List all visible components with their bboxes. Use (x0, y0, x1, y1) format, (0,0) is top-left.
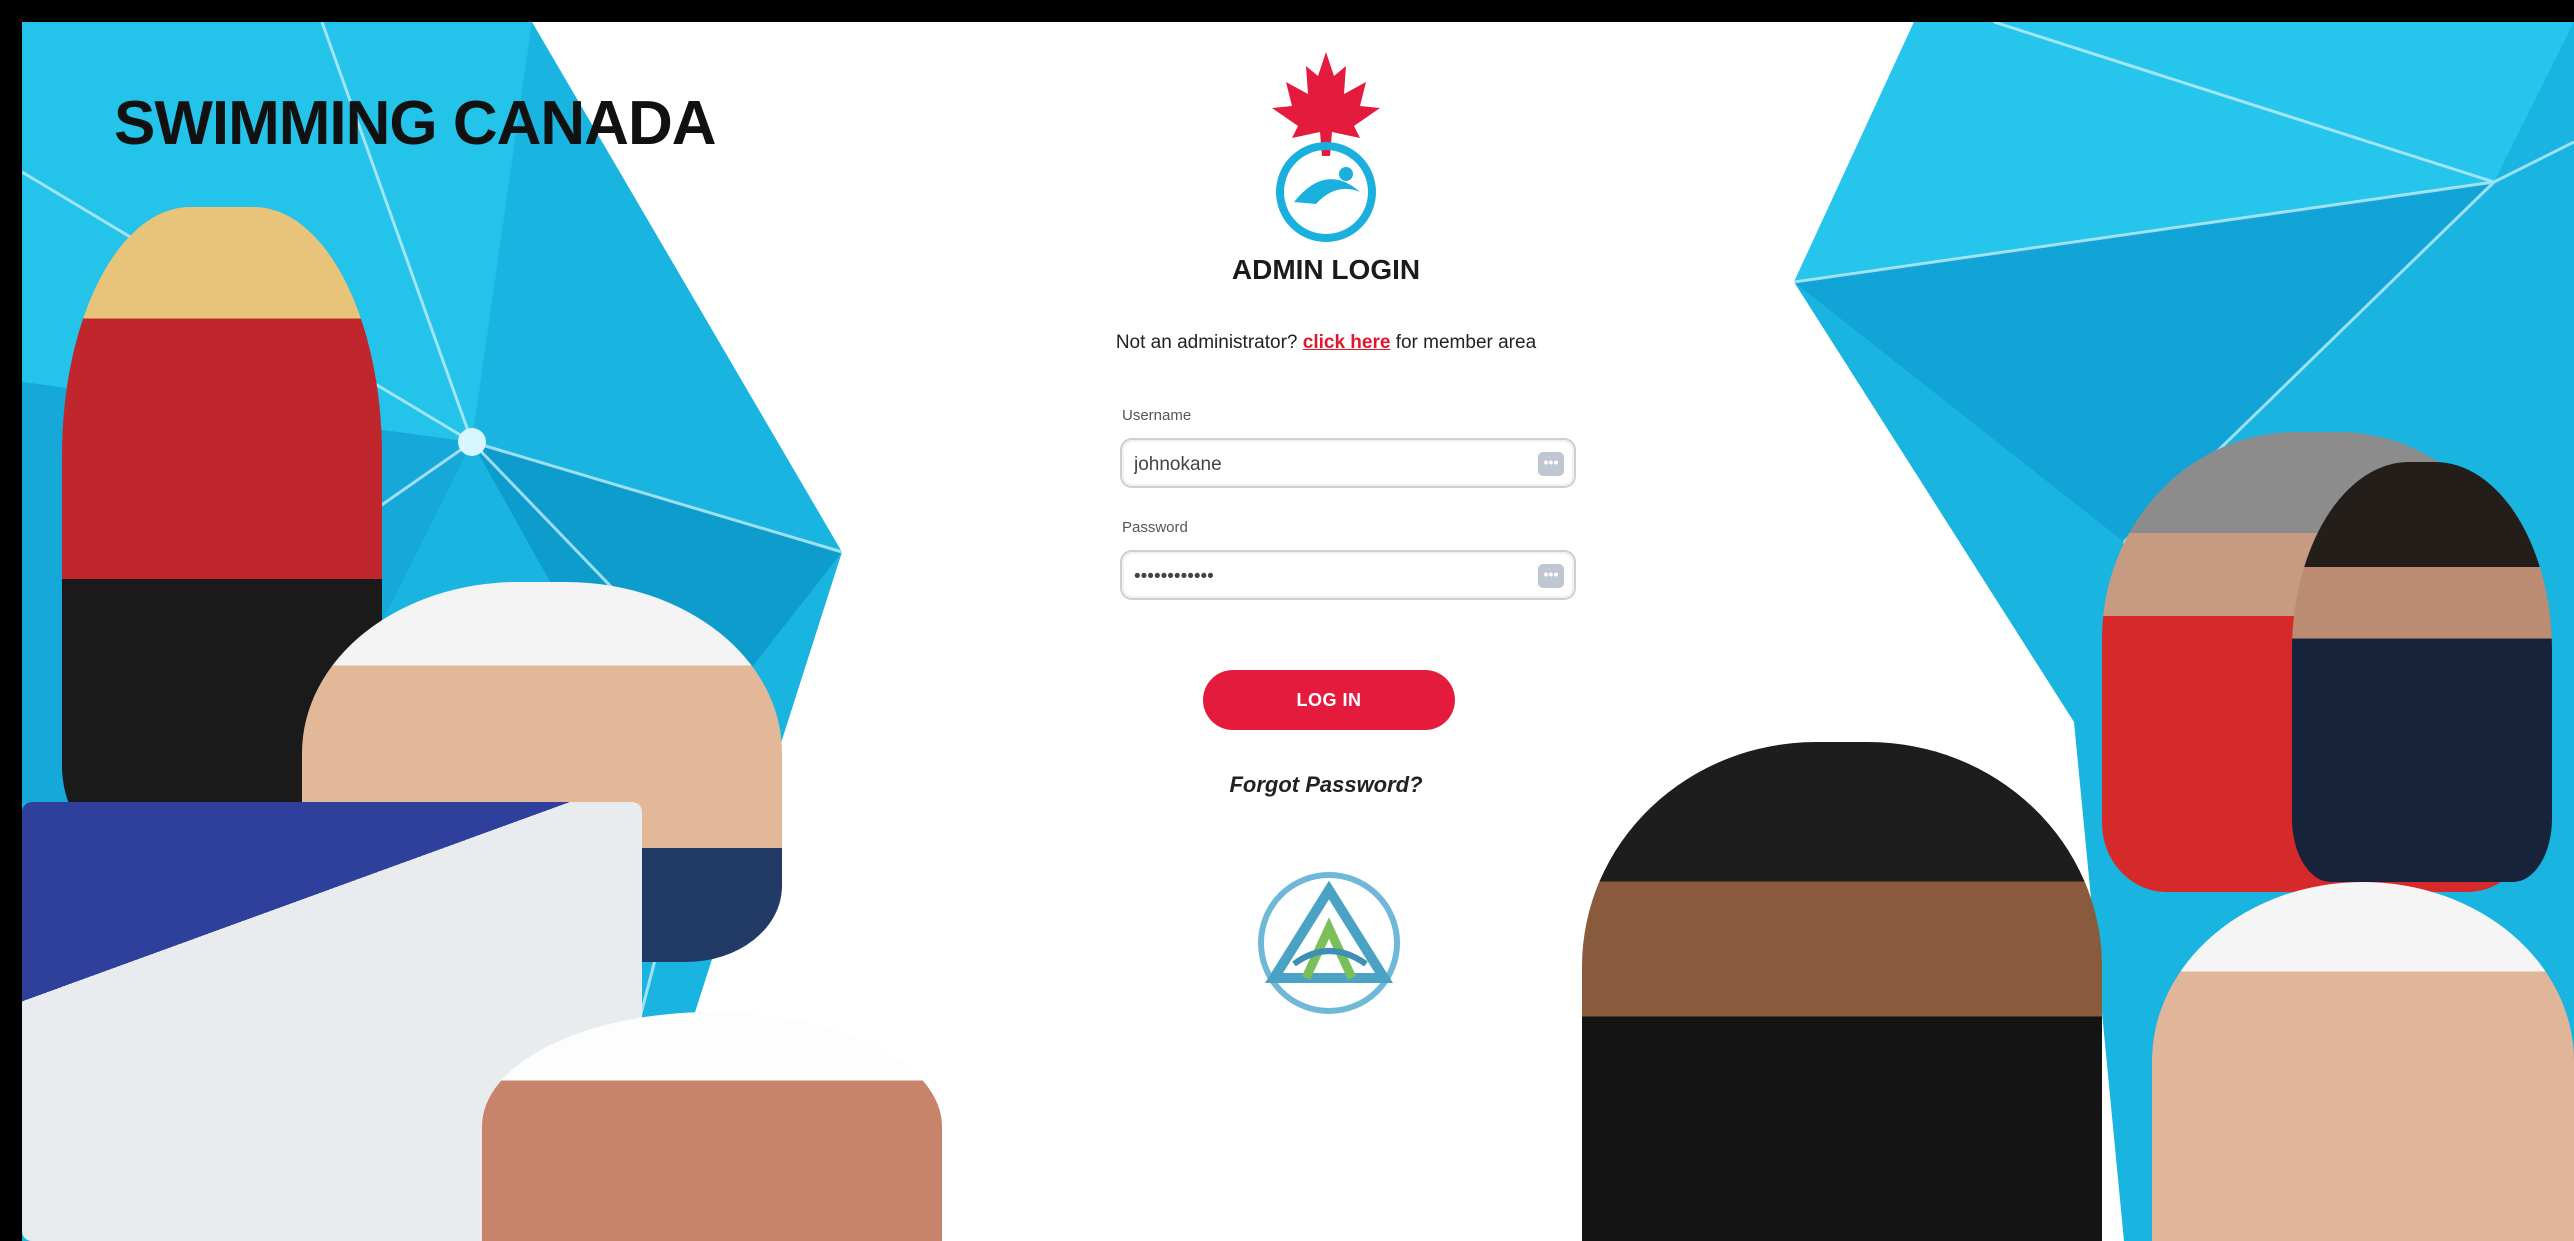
member-prompt-suffix: for member area (1390, 332, 1537, 353)
masters-swimmer-photo (2152, 882, 2574, 1241)
password-label: Password (1122, 519, 1188, 536)
member-area-link[interactable]: click here (1303, 332, 1391, 353)
password-field-wrapper: ••• (1120, 550, 1576, 600)
login-panel: ADMIN LOGIN Not an administrator? click … (1066, 22, 1586, 1241)
username-input[interactable] (1132, 450, 1516, 480)
login-button[interactable]: LOG IN (1203, 670, 1455, 730)
forgot-password-link[interactable]: Forgot Password? (1066, 772, 1586, 798)
page-frame: SWIMMING CANADA ADMIN LOGIN Not an admin… (22, 22, 2574, 1241)
member-area-prompt: Not an administrator? click here for mem… (1066, 332, 1586, 354)
username-label: Username (1122, 407, 1192, 424)
para-athlete-photo (1582, 742, 2102, 1241)
triangle-emblem-logo (1258, 872, 1400, 1014)
password-manager-icon[interactable]: ••• (1538, 452, 1564, 476)
second-coach-photo (2292, 462, 2552, 882)
maple-leaf-swimmer-logo (1272, 52, 1380, 242)
page-title: ADMIN LOGIN (1231, 254, 1421, 285)
password-manager-icon[interactable]: ••• (1538, 564, 1564, 588)
brand-title: SWIMMING CANADA (114, 89, 716, 158)
member-prompt-prefix: Not an administrator? (1115, 332, 1303, 353)
diving-swimmer-photo (482, 1012, 942, 1241)
password-input[interactable] (1132, 562, 1516, 592)
username-field-wrapper: ••• (1120, 438, 1576, 488)
